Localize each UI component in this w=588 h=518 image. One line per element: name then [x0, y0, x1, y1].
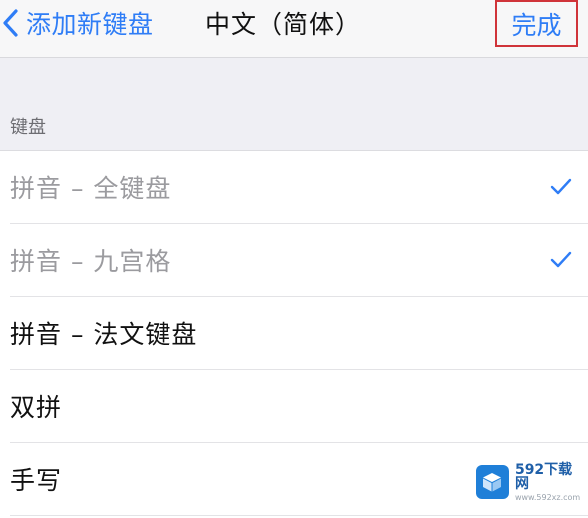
section-header: 键盘: [10, 117, 46, 138]
watermark: 592下载网 www.592xz.com: [472, 460, 584, 504]
keyboard-row-label: 拼音 – 全键盘: [10, 174, 172, 203]
watermark-brand: 592下载网: [514, 461, 573, 492]
back-button[interactable]: 添加新键盘: [0, 0, 154, 46]
checkmark-icon: [550, 178, 572, 196]
back-button-label: 添加新键盘: [26, 10, 154, 39]
keyboard-row-label: 拼音 – 九宫格: [10, 247, 172, 276]
page-title: 中文（简体）: [205, 10, 362, 39]
keyboard-row-label: 手写: [10, 466, 63, 495]
navigation-bar: 添加新键盘 中文（简体） 完成: [0, 0, 588, 58]
cube-icon: [476, 465, 509, 499]
done-button[interactable]: 完成: [495, 0, 578, 47]
watermark-url: www.592xz.com: [514, 492, 581, 502]
keyboard-row-pinyin-full[interactable]: 拼音 – 全键盘: [10, 151, 588, 224]
keyboard-row-pinyin-french[interactable]: 拼音 – 法文键盘: [10, 297, 588, 370]
chevron-left-icon: [2, 8, 20, 38]
section-background: [0, 58, 588, 150]
keyboard-row-pinyin-9key[interactable]: 拼音 – 九宫格: [10, 224, 588, 297]
watermark-text: 592下载网 www.592xz.com: [515, 463, 584, 502]
keyboard-row-label: 双拼: [10, 393, 63, 422]
keyboard-row-label: 拼音 – 法文键盘: [10, 320, 198, 349]
keyboard-row-shuangpin[interactable]: 双拼: [10, 370, 588, 443]
checkmark-icon: [550, 251, 572, 269]
